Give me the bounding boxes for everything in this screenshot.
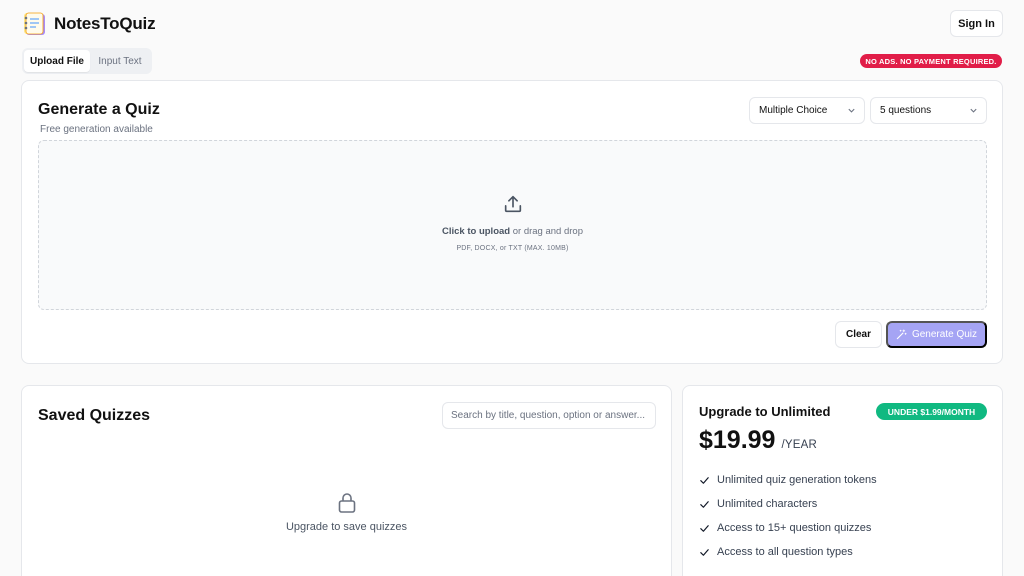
chevron-down-icon <box>970 108 977 113</box>
check-icon <box>700 500 709 508</box>
file-dropzone[interactable]: Click to upload or drag and drop PDF, DO… <box>38 140 987 310</box>
clear-button[interactable]: Clear <box>835 321 882 348</box>
feature-item: Unlimited characters <box>699 492 877 516</box>
question-type-value: Multiple Choice <box>759 105 828 116</box>
header: NotesToQuiz Sign In <box>0 0 1024 48</box>
sign-in-button[interactable]: Sign In <box>950 10 1003 37</box>
check-icon <box>700 524 709 532</box>
app-name: NotesToQuiz <box>54 14 156 33</box>
question-count-select[interactable]: 5 questions <box>870 97 987 124</box>
feature-list: Unlimited quiz generation tokens Unlimit… <box>699 468 877 564</box>
search-input[interactable] <box>442 402 656 429</box>
feature-item: Access to all question types <box>699 540 877 564</box>
upload-prompt-rest: or drag and drop <box>510 226 583 237</box>
tab-upload-file[interactable]: Upload File <box>24 50 90 72</box>
price-period: /YEAR <box>781 439 817 451</box>
upgrade-price-badge: UNDER $1.99/MONTH <box>876 403 987 420</box>
generate-quiz-label: Generate Quiz <box>911 329 978 340</box>
magic-wand-icon <box>896 329 907 340</box>
notebook-logo-icon <box>24 12 45 35</box>
price-display: $19.99 /YEAR <box>699 426 817 455</box>
check-icon <box>700 548 709 556</box>
check-icon <box>700 476 709 484</box>
logo[interactable]: NotesToQuiz <box>22 11 156 37</box>
tab-input-text[interactable]: Input Text <box>90 50 150 72</box>
upload-prompt-bold: Click to upload <box>442 226 511 237</box>
price-amount: $19.99 <box>699 426 776 454</box>
question-count-value: 5 questions <box>880 105 932 116</box>
feature-text: Access to 15+ question quizzes <box>717 522 872 534</box>
question-type-select[interactable]: Multiple Choice <box>749 97 865 124</box>
generate-title: Generate a Quiz <box>38 101 160 118</box>
saved-quizzes-title: Saved Quizzes <box>38 407 151 424</box>
promo-badge: NO ADS. NO PAYMENT REQUIRED. <box>860 54 1002 68</box>
chevron-down-icon <box>848 108 855 113</box>
upgrade-card: Upgrade to Unlimited UNDER $1.99/MONTH $… <box>682 385 1003 576</box>
feature-item: Unlimited quiz generation tokens <box>699 468 877 492</box>
lock-icon <box>338 493 356 513</box>
upload-icon <box>504 195 522 213</box>
generate-subtitle: Free generation available <box>40 124 153 135</box>
input-mode-tabs: Upload File Input Text <box>22 48 152 74</box>
generate-quiz-card: Generate a Quiz Free generation availabl… <box>21 80 1003 364</box>
upgrade-title: Upgrade to Unlimited <box>699 404 831 419</box>
upload-prompt: Click to upload or drag and drop <box>39 226 986 237</box>
generate-quiz-button[interactable]: Generate Quiz <box>886 321 987 348</box>
feature-text: Access to all question types <box>717 546 853 558</box>
feature-text: Unlimited characters <box>717 498 818 510</box>
feature-text: Unlimited quiz generation tokens <box>717 474 877 486</box>
feature-item: Access to 15+ question quizzes <box>699 516 877 540</box>
upload-hint: PDF, DOCX, or TXT (MAX. 10MB) <box>456 245 569 252</box>
saved-quizzes-card: Saved Quizzes Upgrade to save quizzes <box>21 385 672 576</box>
empty-state-message: Upgrade to save quizzes <box>285 521 408 533</box>
